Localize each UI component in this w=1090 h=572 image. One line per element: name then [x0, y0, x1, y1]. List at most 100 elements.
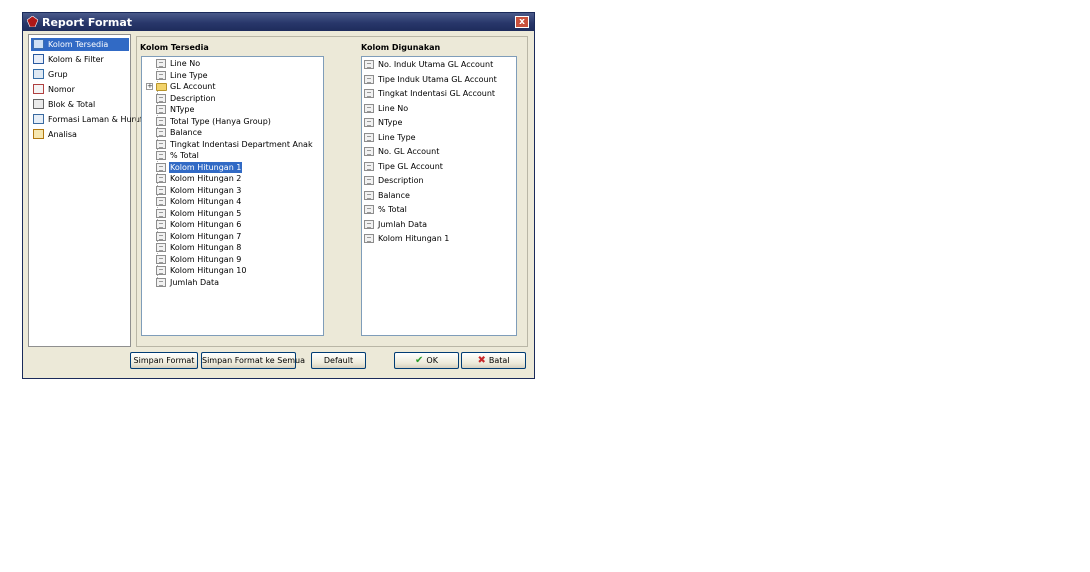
ok-button[interactable]: ✔ OK [394, 352, 459, 369]
available-column-label: Kolom Hitungan 7 [170, 231, 242, 241]
used-column-label: NType [378, 118, 403, 127]
cancel-label: Batal [488, 356, 510, 365]
sidebar-item[interactable]: Formasi Laman & Huruf [31, 113, 143, 126]
sidebar-item-label: Kolom Tersedia [48, 40, 109, 49]
group-icon [33, 69, 44, 79]
block-total-icon [33, 99, 44, 109]
column-icon [156, 266, 166, 275]
column-icon [364, 147, 374, 156]
page-layout-icon [33, 114, 44, 124]
save-format-button[interactable]: Simpan Format [130, 352, 198, 369]
column-icon [156, 277, 166, 287]
ok-label: OK [426, 356, 438, 365]
available-column-label: Kolom Hitungan 4 [170, 197, 242, 206]
column-icon [364, 103, 374, 113]
available-column-label: Balance [170, 128, 202, 137]
used-column-label: No. GL Account [378, 147, 440, 156]
used-columns-header: Kolom Digunakan [361, 43, 441, 52]
available-column-label: Kolom Hitungan 10 [170, 266, 247, 275]
cancel-button[interactable]: ✖ Batal [461, 352, 526, 369]
used-column-label: Line Type [378, 132, 416, 142]
available-column-label: Tingkat Indentasi Department Anak [170, 139, 313, 149]
close-icon: x [519, 17, 525, 27]
available-column-label: Kolom Hitungan 6 [170, 220, 242, 229]
column-icon [156, 93, 166, 103]
available-column-label: Kolom Hitungan 3 [170, 185, 242, 195]
column-icon [156, 128, 166, 137]
column-icon [156, 70, 166, 80]
used-column-label: % Total [378, 205, 407, 214]
default-button[interactable]: Default [311, 352, 366, 369]
available-column-label: Line No [170, 59, 201, 68]
column-icon [364, 176, 374, 185]
sidebar-item-label: Kolom & Filter [48, 55, 104, 64]
available-column-label: NType [170, 105, 195, 114]
table-icon [33, 39, 44, 49]
available-column-label: GL Account [170, 82, 216, 91]
available-column-label: % Total [170, 151, 199, 160]
available-columns-list[interactable]: Line No Line Type + GL Account Description NT… [141, 56, 324, 336]
sidebar-item-label: Nomor [48, 85, 75, 94]
used-columns-list[interactable]: No. Induk Utama GL Account Tipe Induk Uta… [361, 56, 517, 336]
column-icon [364, 161, 374, 171]
report-format-dialog: Report Format x Kolom Tersedia Kolom & Fi… [22, 12, 535, 379]
used-column-label: Kolom Hitungan 1 [378, 234, 450, 243]
number-icon [33, 84, 44, 94]
available-column-label: Line Type [170, 70, 208, 80]
column-icon [156, 162, 166, 172]
column-icon [364, 74, 374, 84]
analysis-icon [33, 129, 44, 139]
used-column-label: Jumlah Data [378, 219, 428, 229]
sidebar-item[interactable]: Blok & Total [31, 98, 129, 111]
sidebar-item[interactable]: Kolom & Filter [31, 53, 129, 66]
available-columns-header: Kolom Tersedia [140, 43, 209, 52]
column-icon [156, 174, 166, 183]
available-column-label: Kolom Hitungan 2 [170, 174, 242, 183]
expand-icon[interactable]: + [146, 83, 153, 90]
available-column-label: Description [170, 93, 216, 103]
used-column-label: Tingkat Indentasi GL Account [378, 89, 496, 98]
sidebar-item-label: Grup [48, 70, 68, 79]
column-icon [156, 105, 166, 114]
used-column-label: Tipe Induk Utama GL Account [378, 74, 497, 84]
columns-panel: Kolom Tersedia Line No Line Type + GL Accou… [136, 36, 528, 347]
sidebar-item[interactable]: Grup [31, 68, 129, 81]
sidebar-item[interactable]: Kolom Tersedia [31, 38, 129, 51]
column-icon [364, 219, 374, 229]
cancel-icon: ✖ [477, 355, 486, 366]
column-icon [156, 254, 166, 264]
sidebar-item[interactable]: Analisa [31, 128, 129, 141]
used-column-label: Description [378, 176, 424, 185]
available-column-label: Kolom Hitungan 8 [170, 243, 242, 252]
used-column-label: Tipe GL Account [378, 161, 443, 171]
column-icon [156, 197, 166, 206]
available-column-label: Kolom Hitungan 9 [170, 254, 242, 264]
title-bar: Report Format x [23, 13, 534, 31]
column-icon [364, 190, 374, 200]
used-column-label: Balance [378, 190, 410, 200]
sidebar-item-label: Blok & Total [48, 100, 96, 109]
column-icon [156, 208, 166, 218]
column-icon [156, 185, 166, 195]
close-button[interactable]: x [515, 16, 529, 28]
available-column-label: Kolom Hitungan 1 [169, 161, 243, 173]
save-format-all-button[interactable]: Simpan Format ke Semua [201, 352, 305, 369]
sidebar-item-label: Formasi Laman & Huruf [48, 115, 143, 124]
column-icon [156, 151, 166, 160]
column-icon [364, 205, 374, 214]
column-icon [156, 59, 166, 68]
check-icon: ✔ [415, 355, 424, 366]
column-icon [156, 243, 166, 252]
column-icon [156, 116, 166, 126]
filter-icon [33, 54, 44, 64]
sidebar-item-label: Analisa [48, 130, 77, 139]
available-column-label: Jumlah Data [170, 277, 220, 287]
column-icon [364, 234, 374, 243]
used-column-label: Line No [378, 103, 409, 113]
available-column-label: Total Type (Hanya Group) [170, 116, 271, 126]
sidebar-item[interactable]: Nomor [31, 83, 129, 96]
available-column-label: Kolom Hitungan 5 [170, 208, 242, 218]
sidebar: Kolom Tersedia Kolom & Filter Grup Nomor Blo… [28, 34, 143, 347]
dialog-title: Report Format [42, 16, 133, 29]
column-icon [364, 60, 374, 69]
